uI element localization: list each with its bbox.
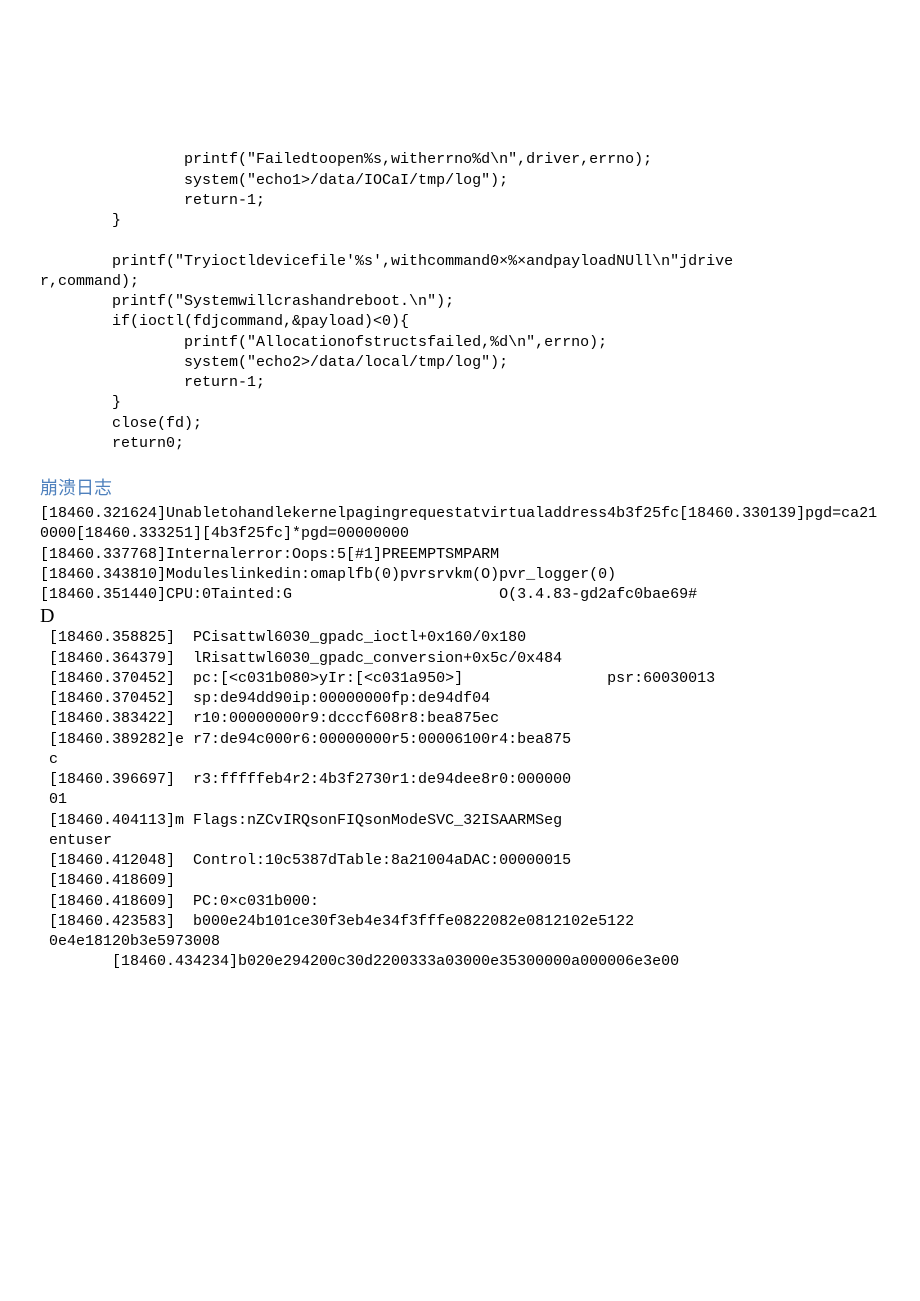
log-block: [18460.321624]Unabletohandlekernelpaging… [40,504,880,973]
log-line: [18460.370452] sp:de94dd90ip:00000000fp:… [40,689,880,709]
log-line: [18460.434234]b020e294200c30d2200333a030… [40,952,880,972]
log-line: [18460.383422] r10:00000000r9:dcccf608r8… [40,709,880,729]
code-block: printf("Failedtoopen%s,witherrno%d\n",dr… [40,130,880,454]
code-line: } [40,394,121,411]
code-line: printf("Allocationofstructsfailed,%d\n",… [40,334,607,351]
log-line: [18460.364379] lRisattwl6030_gpadc_conve… [40,649,880,669]
code-line: printf("Systemwillcrashandreboot.\n"); [40,293,454,310]
log-line: [18460.343810]Moduleslinkedin:omaplfb(0)… [40,565,880,585]
log-line: [18460.412048] Control:10c5387dTable:8a2… [40,851,880,871]
code-line: if(ioctl(fdjcommand,&payload)<0){ [40,313,409,330]
log-line: [18460.418609] PC:0×c031b000: [40,892,880,912]
log-line: [18460.396697] r3:fffffeb4r2:4b3f2730r1:… [40,770,880,790]
log-line: [18460.321624]Unabletohandlekernelpaging… [40,504,880,545]
code-line: return-1; [40,374,265,391]
log-line: 01 [40,790,880,810]
log-line: entuser [40,831,880,851]
log-line: [18460.351440]CPU:0Tainted:G O(3.4.83-gd… [40,585,880,605]
code-line: r,command); [40,273,139,290]
log-line: [18460.389282]e r7:de94c000r6:00000000r5… [40,730,880,750]
code-line: system("echo2>/data/local/tmp/log"); [40,354,508,371]
document-page: printf("Failedtoopen%s,witherrno%d\n",dr… [0,0,920,1013]
code-line: printf("Tryioctldevicefile'%s',withcomma… [40,253,733,270]
log-line: c [40,750,880,770]
code-line: close(fd); [40,415,202,432]
code-line: return0; [40,435,184,452]
log-line: 0e4e18120b3e5973008 [40,932,880,952]
log-line: [18460.337768]Internalerror:Oops:5[#1]PR… [40,545,880,565]
log-line: [18460.404113]m Flags:nZCvIRQsonFIQsonMo… [40,811,880,831]
section-heading-crash-log: 崩溃日志 [40,474,880,500]
log-line: D [40,605,880,628]
log-line: [18460.370452] pc:[<c031b080>yIr:[<c031a… [40,669,880,689]
code-line: } [40,212,121,229]
log-line: [18460.423583] b000e24b101ce30f3eb4e34f3… [40,912,880,932]
code-line: system("echo1>/data/IOCaI/tmp/log"); [40,172,508,189]
log-line: [18460.358825] PCisattwl6030_gpadc_ioctl… [40,628,880,648]
code-line: return-1; [40,192,265,209]
code-line: printf("Failedtoopen%s,witherrno%d\n",dr… [40,151,652,168]
log-line: [18460.418609] [40,871,880,891]
